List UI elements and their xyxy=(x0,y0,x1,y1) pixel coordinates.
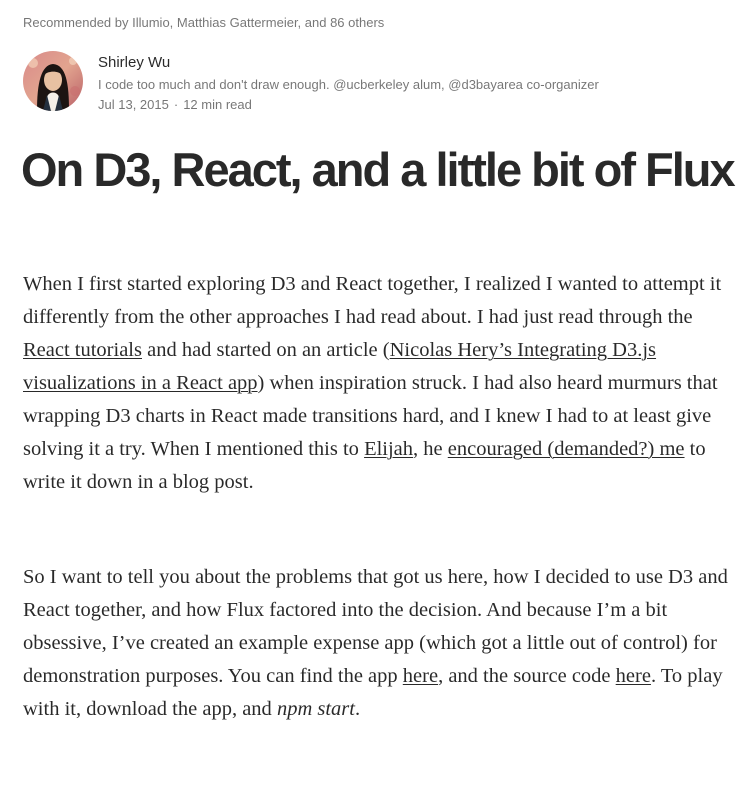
app-link[interactable]: here xyxy=(403,665,438,687)
publish-date[interactable]: Jul 13, 2015 xyxy=(98,97,169,112)
paragraph-text: , and the source code xyxy=(438,665,616,687)
author-avatar[interactable] xyxy=(23,51,83,111)
author-block: Shirley Wu I code too much and don't dra… xyxy=(23,51,728,113)
author-bio: I code too much and don't draw enough. @… xyxy=(98,77,599,92)
author-name[interactable]: Shirley Wu xyxy=(98,54,170,71)
article-title: On D3, React, and a little bit of Flux xyxy=(21,143,736,196)
paragraph-text: . xyxy=(354,698,361,720)
source-code-link[interactable]: here xyxy=(616,665,651,687)
recommended-by-text[interactable]: Recommended by Illumio, Matthias Gatterm… xyxy=(23,15,384,30)
paragraph-text: When I first started exploring D3 and Re… xyxy=(23,273,722,328)
paragraph-text: and had started on an article ( xyxy=(141,339,390,361)
encouraged-link[interactable]: encouraged (demanded?) me xyxy=(448,438,685,460)
article-paragraph-1: When I first started exploring D3 and Re… xyxy=(23,268,728,499)
avatar-image xyxy=(23,51,83,111)
author-meta: Jul 13, 2015 · 12 min read xyxy=(98,97,252,112)
article-paragraph-2: So I want to tell you about the problems… xyxy=(23,561,728,726)
react-tutorials-link[interactable]: React tutorials xyxy=(23,339,142,361)
npm-start-command: npm start xyxy=(276,698,355,720)
elijah-link[interactable]: Elijah xyxy=(364,438,413,460)
paragraph-text: , he xyxy=(413,438,448,460)
meta-separator: · xyxy=(173,97,179,112)
read-time: 12 min read xyxy=(183,97,252,112)
